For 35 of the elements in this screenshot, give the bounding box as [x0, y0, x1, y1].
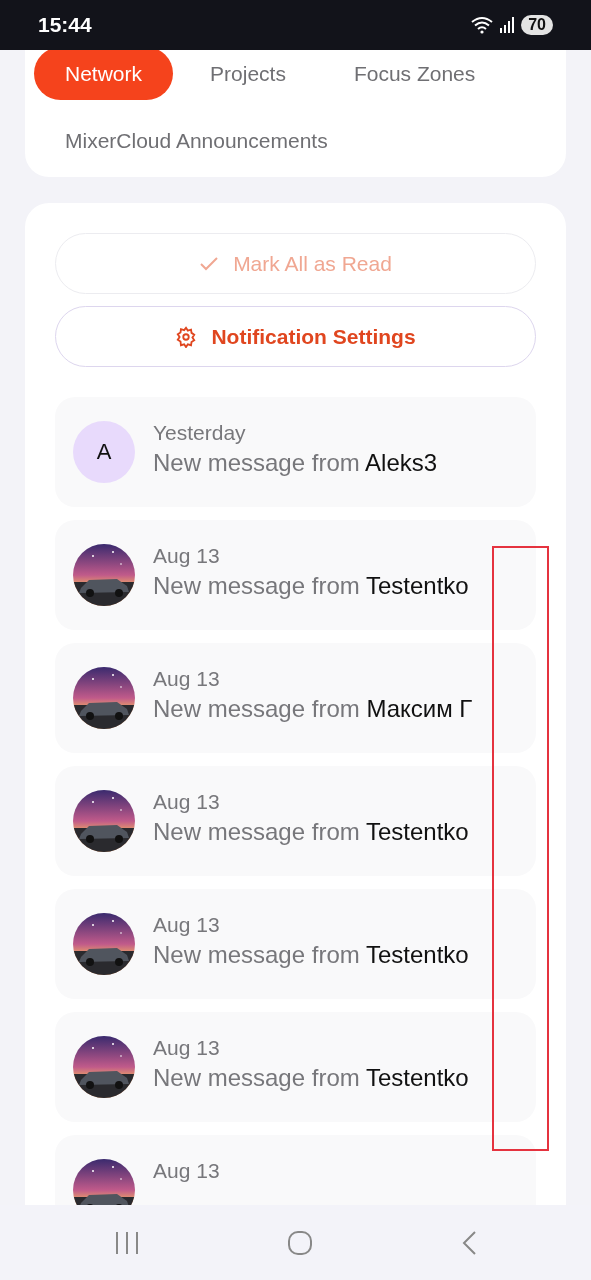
- notification-date: Yesterday: [153, 421, 247, 445]
- notification-date: Aug 13: [153, 667, 221, 691]
- notification-message: New message from Testentko: [153, 1064, 470, 1092]
- notification-date: Aug 13: [153, 913, 221, 937]
- notification-message: New message from Aleks3: [153, 449, 439, 477]
- tab[interactable]: Focus Zones: [322, 50, 507, 100]
- notification-message: New message from Testentko: [153, 941, 470, 969]
- notification-card[interactable]: Aug 13 New message from Testentko: [55, 766, 536, 876]
- status-time: 15:44: [38, 13, 92, 37]
- signal-icon: [499, 17, 516, 33]
- notification-date: Aug 13: [153, 1036, 221, 1060]
- notification-message: New message from Максим Г: [153, 695, 474, 723]
- home-icon[interactable]: [287, 1229, 314, 1256]
- tab[interactable]: Projects: [179, 50, 317, 100]
- wifi-icon: [471, 16, 494, 34]
- battery-level: 70: [521, 15, 553, 35]
- notification-date: Aug 13: [153, 1159, 221, 1183]
- tab[interactable]: MixerCloud Announcements: [34, 114, 359, 167]
- notification-date: Aug 13: [153, 790, 221, 814]
- notification-card[interactable]: Aug 13 New message from Максим Г: [55, 643, 536, 753]
- notification-message: New message from Testentko: [153, 572, 470, 600]
- notification-card[interactable]: A Yesterday New message from Aleks3: [55, 397, 536, 507]
- notification-card[interactable]: Aug 13 New message from Testentko: [55, 520, 536, 630]
- settings-icon: [175, 325, 198, 348]
- settings-button[interactable]: Notification Settings: [55, 306, 536, 367]
- avatar: A: [73, 421, 135, 483]
- tab[interactable]: Network: [34, 50, 174, 100]
- check-icon: [199, 255, 220, 272]
- notification-message: New message from Testentko: [153, 818, 470, 846]
- notification-card[interactable]: Aug 13 New message from Testentko: [55, 1012, 536, 1122]
- recent-apps-icon[interactable]: [113, 1230, 140, 1255]
- notification-card[interactable]: Aug 13: [55, 1135, 536, 1205]
- back-icon[interactable]: [461, 1229, 478, 1256]
- notification-card[interactable]: Aug 13 New message from Testentko: [55, 889, 536, 999]
- notification-date: Aug 13: [153, 544, 221, 568]
